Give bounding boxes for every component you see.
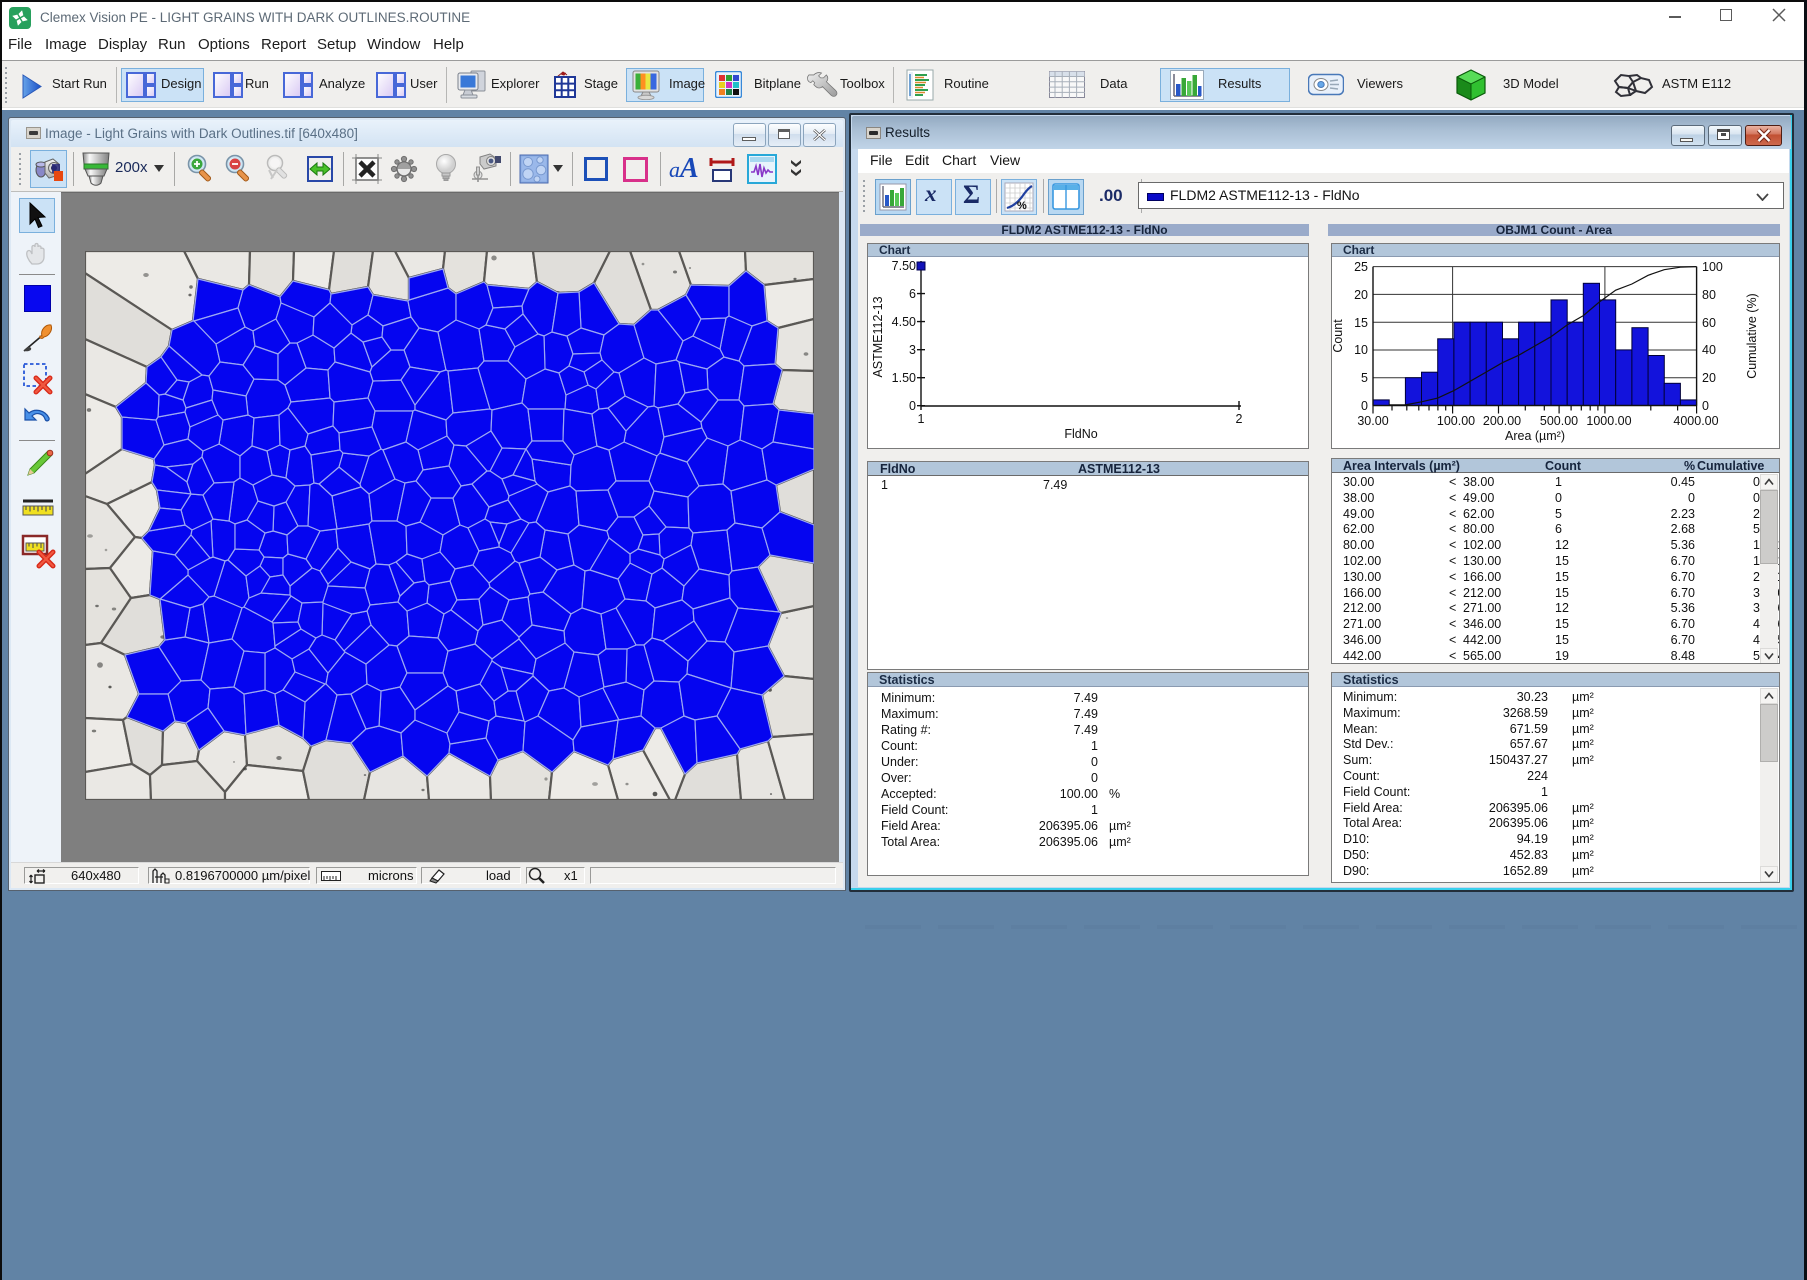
svg-text:%: % — [1017, 200, 1027, 212]
svg-text:Count: Count — [1332, 319, 1345, 353]
svg-text:40: 40 — [1702, 343, 1716, 357]
svg-text:ASTME112-13: ASTME112-13 — [871, 296, 885, 377]
svg-text:60: 60 — [1702, 316, 1716, 330]
svg-text:1000.00: 1000.00 — [1586, 414, 1631, 428]
svg-text:3: 3 — [909, 343, 916, 357]
svg-text:4.50: 4.50 — [892, 315, 916, 329]
svg-text:100.00: 100.00 — [1437, 414, 1475, 428]
svg-text:5: 5 — [1361, 371, 1368, 385]
svg-text:4000.00: 4000.00 — [1673, 414, 1718, 428]
svg-text:30.00: 30.00 — [1357, 414, 1388, 428]
svg-text:200.00: 200.00 — [1483, 414, 1521, 428]
svg-text:Cumulative (%): Cumulative (%) — [1745, 293, 1759, 378]
svg-text:0: 0 — [909, 399, 916, 413]
svg-text:2: 2 — [1236, 412, 1243, 426]
svg-text:100: 100 — [1702, 260, 1723, 274]
svg-text:0: 0 — [1702, 399, 1709, 413]
svg-text:25: 25 — [1354, 260, 1368, 274]
svg-text:20: 20 — [1702, 371, 1716, 385]
svg-text:500.00: 500.00 — [1540, 414, 1578, 428]
svg-text:10: 10 — [1354, 343, 1368, 357]
svg-text:6: 6 — [909, 287, 916, 301]
svg-text:20: 20 — [1354, 288, 1368, 302]
svg-text:Area (µm²): Area (µm²) — [1505, 429, 1565, 443]
svg-text:15: 15 — [1354, 316, 1368, 330]
svg-text:0: 0 — [1361, 399, 1368, 413]
svg-text:7.50: 7.50 — [892, 259, 916, 273]
svg-text:FldNo: FldNo — [1064, 427, 1097, 441]
svg-text:1: 1 — [918, 412, 925, 426]
svg-text:80: 80 — [1702, 288, 1716, 302]
svg-text:1.50: 1.50 — [892, 371, 916, 385]
